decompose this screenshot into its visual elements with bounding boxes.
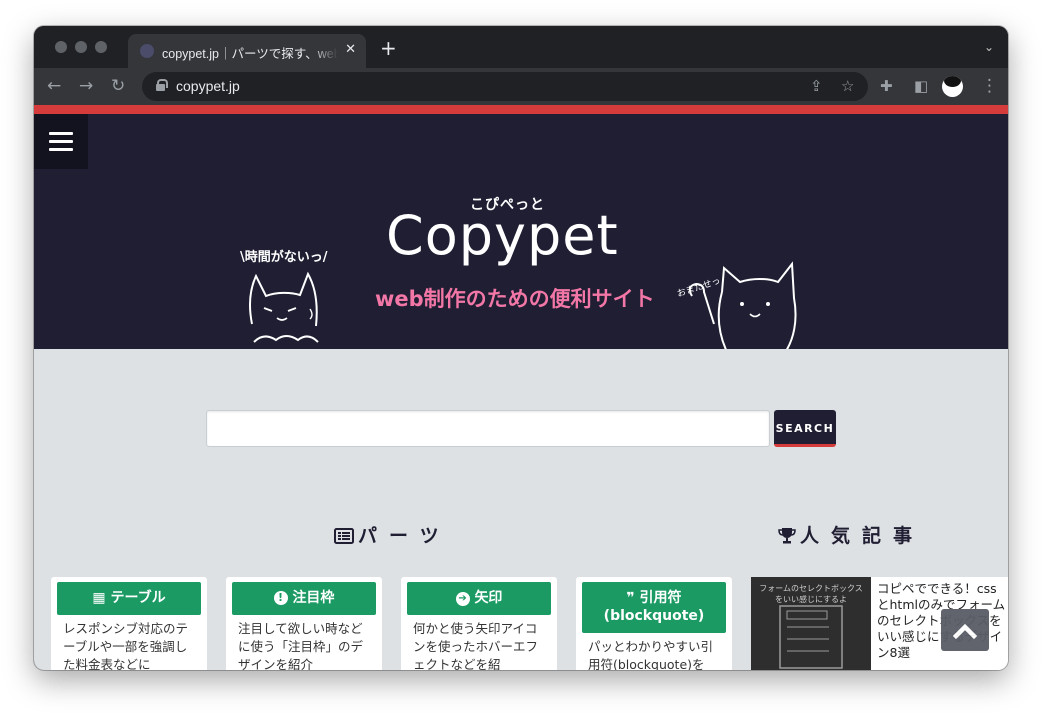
site-logo[interactable]: Copypet: [386, 204, 619, 267]
reload-icon[interactable]: ↻: [111, 77, 125, 95]
card-blockquote-label[interactable]: ❞ 引用符 (blockquote): [582, 582, 726, 633]
card-attention-label[interactable]: ! 注目枠: [232, 582, 376, 615]
search-button[interactable]: SEARCH: [774, 410, 836, 447]
favicon-icon: [140, 44, 154, 58]
popular-heading: 人気記事: [778, 521, 924, 549]
browser-toolbar: ← → ↻ copypet.jp ⇪ ☆ ✚ ◧ ⋮: [34, 68, 1008, 105]
article-thumbnail[interactable]: フォームのセレクトボックスをいい感じにするよ: [751, 577, 871, 670]
active-tab[interactable]: copypet.jp｜パーツで探す、web制作のための便利サイト ✕: [128, 34, 366, 68]
top-accent-bar: [34, 105, 1008, 114]
parts-heading-text: パーツ: [358, 525, 451, 547]
card-arrow[interactable]: ➔ 矢印 何かと使う矢印アイコンを使ったホバーエフェクトなどを紹: [401, 577, 557, 670]
url-text[interactable]: copypet.jp: [176, 78, 240, 94]
address-bar[interactable]: copypet.jp ⇪ ☆: [142, 72, 868, 101]
back-to-top-button[interactable]: [941, 609, 989, 651]
hamburger-icon[interactable]: [34, 114, 88, 169]
card-blockquote[interactable]: ❞ 引用符 (blockquote) パッとわかりやすい引用符(blockquot…: [576, 577, 732, 670]
arrow-left-icon[interactable]: ←: [47, 77, 61, 95]
worried-cat-illustration: [248, 271, 319, 343]
list-icon: [334, 527, 354, 549]
share-icon[interactable]: ⇪: [810, 77, 823, 95]
popular-heading-text: 人気記事: [800, 525, 925, 547]
site-tagline: web制作のための便利サイト: [375, 287, 655, 311]
card-attention-frame[interactable]: ! 注目枠 注目して欲しい時などに使う「注目枠」のデザインを紹介: [226, 577, 382, 670]
card-table-label[interactable]: ▦ テーブル: [57, 582, 201, 615]
browser-window: copypet.jp｜パーツで探す、web制作のための便利サイト ✕ + ⌄ ←…: [34, 26, 1008, 670]
kebab-icon[interactable]: ⋮: [981, 77, 998, 95]
parts-heading: パーツ: [334, 521, 451, 549]
card-blockquote-desc: パッとわかりやすい引用符(blockquote)を: [588, 639, 714, 670]
waving-cat-illustration: [688, 261, 797, 349]
hero-banner: こぴぺっと Copypet web制作のための便利サイト \時間がないっ/ おま…: [34, 114, 1008, 349]
tab-search-icon[interactable]: ⌄: [984, 40, 994, 54]
chevron-up-icon: [953, 623, 977, 640]
card-table-desc: レスポンシブ対応のテーブルや一部を強調した料金表などに: [63, 621, 189, 670]
cat-speech-left: \時間がないっ/: [240, 250, 328, 265]
tab-title: copypet.jp｜パーツで探す、web制作のための便利サイト: [162, 47, 338, 61]
lock-icon[interactable]: [156, 79, 168, 91]
card-attention-desc: 注目して欲しい時などに使う「注目枠」のデザインを紹介: [238, 621, 364, 670]
card-arrow-desc: 何かと使う矢印アイコンを使ったホバーエフェクトなどを紹: [413, 621, 539, 670]
tab-close-icon[interactable]: ✕: [345, 42, 356, 57]
minimize-window-button[interactable]: [75, 41, 87, 53]
arrow-right-icon[interactable]: →: [79, 77, 93, 95]
thumbnail-caption: フォームのセレクトボックスをいい感じにするよ: [759, 584, 863, 604]
tab-strip: copypet.jp｜パーツで探す、web制作のための便利サイト ✕ + ⌄: [34, 26, 1008, 68]
new-tab-button[interactable]: +: [380, 38, 397, 58]
maximize-window-button[interactable]: [95, 41, 107, 53]
exclamation-icon: !: [273, 591, 288, 605]
arrow-circle-icon: ➔: [455, 592, 470, 606]
table-icon: ▦: [92, 590, 106, 606]
page-content: こぴぺっと Copypet web制作のための便利サイト \時間がないっ/ おま…: [34, 105, 1008, 670]
card-table[interactable]: ▦ テーブル レスポンシブ対応のテーブルや一部を強調した料金表などに: [51, 577, 207, 670]
profile-avatar[interactable]: [942, 76, 963, 97]
puzzle-icon[interactable]: ✚: [880, 77, 893, 95]
trophy-icon: [778, 527, 796, 549]
quote-icon: ❞: [626, 590, 635, 606]
star-icon[interactable]: ☆: [841, 77, 854, 95]
card-arrow-label[interactable]: ➔ 矢印: [407, 582, 551, 615]
close-window-button[interactable]: [55, 41, 67, 53]
search-input[interactable]: [206, 410, 770, 447]
sidepanel-icon[interactable]: ◧: [914, 77, 928, 95]
